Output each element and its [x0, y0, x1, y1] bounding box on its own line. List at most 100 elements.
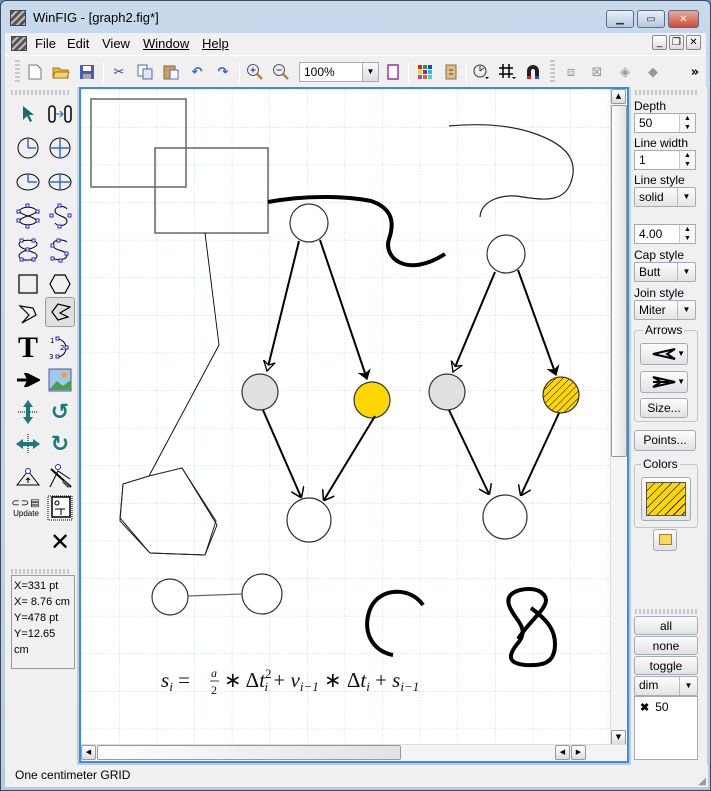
- vertical-scrollbar[interactable]: ▲ ▼: [610, 89, 627, 745]
- paste-button[interactable]: [161, 62, 181, 82]
- forward-arrow-select[interactable]: ▼: [640, 371, 688, 393]
- scroll-up-button[interactable]: ▲: [611, 89, 626, 104]
- cut-button[interactable]: ✂: [109, 62, 129, 82]
- drawing-canvas[interactable]: si = a 2 ∗ Δt2 i + vi−1 ∗ Δti + si−1: [81, 89, 611, 745]
- tool-closed-approx-spline[interactable]: [13, 201, 43, 231]
- tool-polygon[interactable]: [45, 269, 75, 299]
- tool-ellipse-diameter[interactable]: [45, 167, 75, 197]
- panel-grip[interactable]: [11, 90, 71, 95]
- title-bar[interactable]: WinFIG - [graph2.fig*] ▁ ▭ ✕: [1, 1, 710, 33]
- tool-ellipse-radius[interactable]: [13, 167, 43, 197]
- panel-grip[interactable]: [635, 609, 699, 614]
- mdi-minimize-button[interactable]: _: [652, 35, 667, 50]
- open-button[interactable]: [51, 62, 71, 82]
- horizontal-scroll-thumb[interactable]: [97, 745, 401, 760]
- mdi-restore-button[interactable]: ❐: [669, 35, 684, 50]
- style-value-spinner[interactable]: 4.00 ▲ ▼: [634, 224, 696, 244]
- tool-closed-polyline[interactable]: [45, 297, 75, 327]
- close-button[interactable]: ✕: [668, 10, 699, 28]
- menu-help[interactable]: Help: [202, 36, 229, 51]
- menu-view[interactable]: View: [102, 36, 130, 51]
- tool-flip-vertical[interactable]: [13, 397, 43, 427]
- cap-style-select[interactable]: Butt ▼: [634, 262, 696, 282]
- tool-closed-interp-spline[interactable]: [13, 235, 43, 265]
- spinner-arrows-icon[interactable]: ▲ ▼: [679, 114, 695, 132]
- rotation-snap-button[interactable]: [471, 62, 491, 82]
- depth-toggle-button[interactable]: toggle: [634, 656, 698, 675]
- panel-grip[interactable]: [635, 90, 699, 95]
- tool-arc[interactable]: 123: [45, 333, 75, 363]
- tool-circle-radius[interactable]: [13, 133, 43, 163]
- depth-all-button[interactable]: all: [634, 616, 698, 635]
- color-palette-button[interactable]: [415, 62, 435, 82]
- graph-node-gray[interactable]: [428, 373, 466, 411]
- panel-grip[interactable]: [11, 569, 71, 574]
- scroll-right-button[interactable]: ▶: [571, 745, 586, 760]
- redo-button[interactable]: ↷: [213, 62, 233, 82]
- graph-node-bottom[interactable]: [482, 494, 528, 540]
- new-file-button[interactable]: [25, 62, 45, 82]
- tool-delete[interactable]: ✕: [45, 527, 75, 557]
- compound-close-button[interactable]: ◆: [643, 62, 663, 82]
- library-button[interactable]: [441, 62, 461, 82]
- tool-delete-point[interactable]: [45, 461, 75, 491]
- zoom-out-button[interactable]: [271, 62, 291, 82]
- graph-node-top[interactable]: [486, 234, 526, 274]
- save-button[interactable]: [77, 62, 97, 82]
- spinner-arrows-icon[interactable]: ▲ ▼: [679, 151, 695, 169]
- mdi-close-button[interactable]: ✕: [686, 35, 701, 50]
- tool-move-point[interactable]: [45, 99, 75, 129]
- scroll-down-button[interactable]: ▼: [611, 730, 626, 745]
- pen-color-button[interactable]: [653, 529, 677, 551]
- tool-select[interactable]: [13, 99, 43, 129]
- document-menu-icon[interactable]: [11, 36, 27, 51]
- zoom-in-button[interactable]: [245, 62, 265, 82]
- line-width-spinner[interactable]: 1 ▲ ▼: [634, 150, 696, 170]
- minimize-button[interactable]: ▁: [606, 10, 634, 28]
- group-button[interactable]: ⧈: [561, 62, 581, 82]
- tool-flip-horizontal[interactable]: [13, 429, 43, 459]
- line-style-select[interactable]: solid ▼: [634, 187, 696, 207]
- fill-color-button[interactable]: [641, 477, 691, 521]
- tool-arrow[interactable]: [13, 365, 43, 395]
- ungroup-button[interactable]: ⊠: [587, 62, 607, 82]
- drawing-svg[interactable]: si = a 2 ∗ Δt2 i + vi−1 ∗ Δti + si−1: [81, 89, 611, 745]
- maximize-button[interactable]: ▭: [637, 10, 665, 28]
- tool-edit-object[interactable]: [45, 493, 75, 523]
- menu-file[interactable]: File: [35, 36, 56, 51]
- toolbar-overflow-button[interactable]: »: [685, 62, 705, 82]
- tool-open-approx-spline[interactable]: [45, 201, 75, 231]
- compound-open-button[interactable]: ◈: [615, 62, 635, 82]
- depth-none-button[interactable]: none: [634, 636, 698, 655]
- undo-button[interactable]: ↶: [187, 62, 207, 82]
- tool-polyline[interactable]: [13, 299, 43, 329]
- checkbox-checked-icon[interactable]: ✖: [640, 701, 649, 714]
- zoom-level-select[interactable]: 100% ▼: [299, 62, 379, 82]
- copy-button[interactable]: [135, 62, 155, 82]
- tool-rectangle[interactable]: [13, 269, 43, 299]
- points-button[interactable]: Points...: [634, 430, 696, 451]
- toolbar-grip[interactable]: [15, 60, 20, 84]
- resize-grip-icon[interactable]: ◢: [698, 776, 706, 787]
- tool-update[interactable]: ⊂⊃▤ Update: [11, 493, 41, 523]
- graph-node-hatched[interactable]: [542, 376, 580, 414]
- scroll-left-button[interactable]: ◀: [81, 745, 96, 760]
- grid-button[interactable]: [497, 62, 517, 82]
- vertical-scroll-thumb[interactable]: [611, 105, 627, 457]
- graph-node-top[interactable]: [289, 203, 329, 243]
- depth-spinner[interactable]: 50 ▲ ▼: [634, 113, 696, 133]
- depth-filter-select[interactable]: dim ▼: [634, 676, 698, 696]
- horizontal-scrollbar[interactable]: ◀ ◀ ▶: [81, 744, 627, 761]
- tool-add-point[interactable]: [13, 461, 43, 491]
- depth-list-item[interactable]: ✖ 50: [640, 700, 669, 714]
- tool-picture[interactable]: [45, 365, 75, 395]
- menu-edit[interactable]: Edit: [67, 36, 89, 51]
- scroll-left-button-2[interactable]: ◀: [555, 745, 570, 760]
- graph-node-bottom[interactable]: [286, 497, 332, 543]
- toolbar-grip[interactable]: [550, 60, 555, 84]
- menu-window[interactable]: Window: [143, 36, 189, 51]
- join-style-select[interactable]: Miter ▼: [634, 300, 696, 320]
- tool-rotate-ccw[interactable]: ↺: [45, 397, 75, 427]
- magnet-button[interactable]: [523, 62, 543, 82]
- tool-circle-diameter[interactable]: [45, 133, 75, 163]
